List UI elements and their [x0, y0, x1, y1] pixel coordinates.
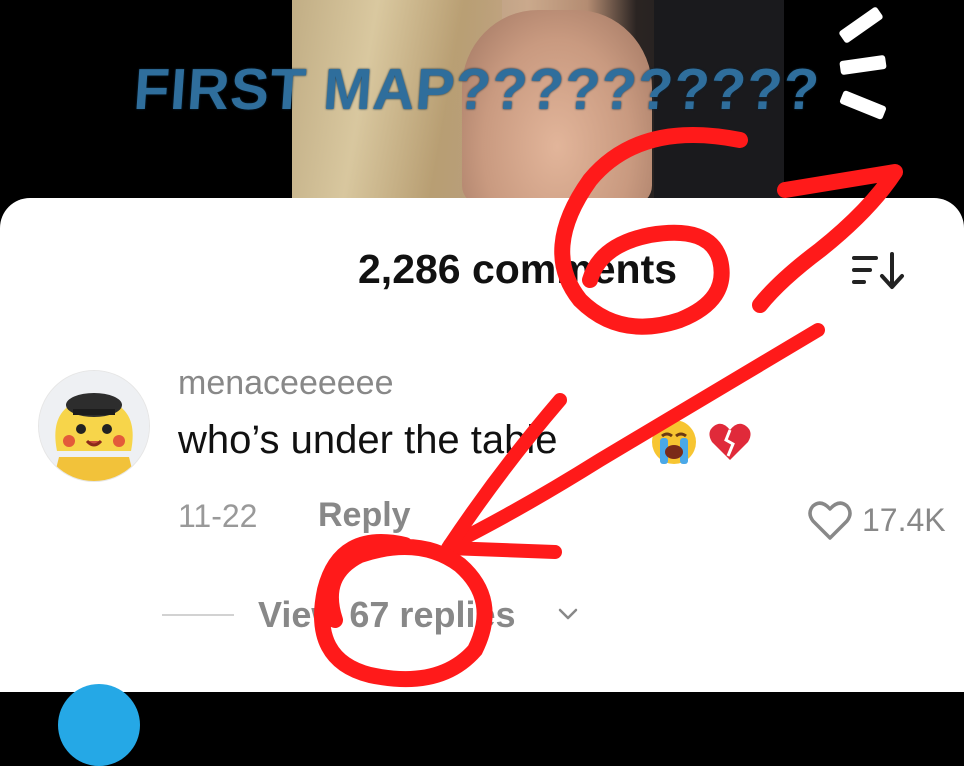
video-player[interactable]: FIRST MAP?????????? [0, 0, 964, 215]
comment-text: who’s under the table [178, 418, 558, 462]
emphasis-dash [838, 6, 884, 44]
comment-date: 11-22 [178, 498, 258, 534]
sort-button[interactable] [848, 248, 908, 294]
avatar[interactable] [38, 370, 150, 482]
emphasis-dash [839, 89, 887, 121]
comment-username[interactable]: menaceeeeee [178, 364, 394, 403]
like-count: 17.4K [862, 501, 946, 538]
sort-icon [852, 252, 904, 289]
heart-outline-icon [808, 501, 852, 540]
broken-heart-icon [709, 423, 751, 460]
next-comment-avatar[interactable] [58, 684, 140, 766]
loudly-crying-face-icon [652, 420, 696, 464]
replies-divider [162, 614, 234, 616]
view-replies-button[interactable]: View 67 replies [258, 594, 516, 636]
emphasis-dash [839, 54, 887, 76]
reply-button[interactable]: Reply [318, 496, 411, 535]
chevron-down-icon[interactable] [556, 602, 580, 626]
comments-count-title: 2,286 comments [358, 246, 678, 292]
video-overlay-caption: FIRST MAP?????????? [131, 57, 823, 122]
like-button[interactable]: 17.4K [806, 498, 956, 542]
pikachu-avatar-icon [39, 371, 149, 481]
